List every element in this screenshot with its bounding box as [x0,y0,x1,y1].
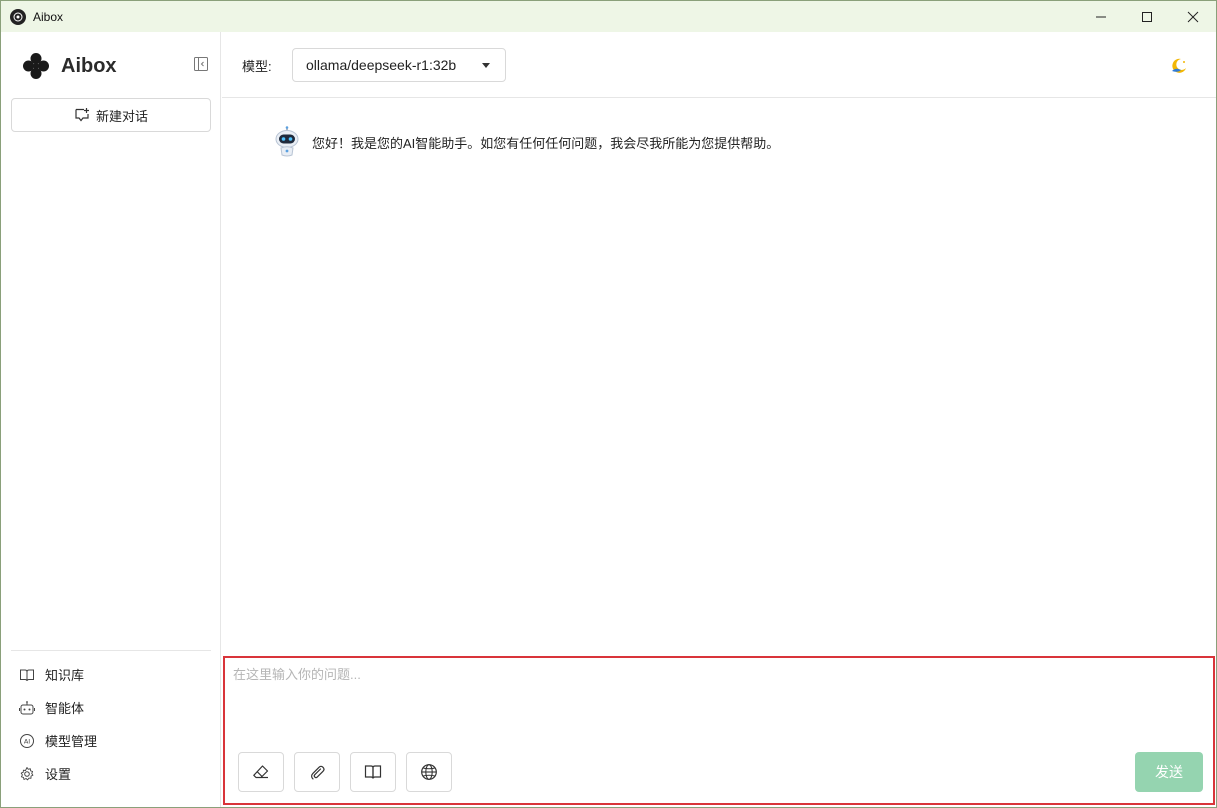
top-bar: 模型: ollama/deepseek-r1:32b [222,32,1216,98]
sidebar-menu: 知识库 智能体 AI 模型管理 设置 [1,658,221,790]
svg-text:AI: AI [24,737,30,745]
assistant-message: 您好！我是您的AI智能助手。如您有任何任何问题，我会尽我所能为您提供帮助。 [272,126,779,158]
robot-icon [19,700,35,714]
book-icon [20,669,34,681]
globe-icon [421,764,437,780]
message-list: 您好！我是您的AI智能助手。如您有任何任何问题，我会尽我所能为您提供帮助。 [222,98,1216,654]
question-input[interactable] [233,664,1203,744]
main-panel: 模型: ollama/deepseek-r1:32b 您好！我是您的AI智能助手… [222,32,1216,807]
new-chat-button[interactable]: 新建对话 [11,98,211,132]
app-logo-icon [10,8,26,25]
gear-icon [20,766,34,780]
robot-avatar-icon [275,126,299,157]
brand-name: Aibox [61,54,117,77]
sidebar-item-label: 智能体 [45,701,85,716]
sidebar-item-agents[interactable]: 智能体 [1,691,221,724]
sidebar-item-knowledge-base[interactable]: 知识库 [1,658,221,691]
message-text: 您好！我是您的AI智能助手。如您有任何任何问题，我会尽我所能为您提供帮助。 [312,135,780,151]
sidebar-item-settings[interactable]: 设置 [1,757,221,790]
send-button[interactable]: 发送 [1135,752,1203,792]
sidebar-divider [11,650,211,651]
minimize-icon [1096,16,1106,17]
model-label: 模型: [242,59,272,74]
paperclip-icon [311,765,325,780]
theme-toggle-icon[interactable] [1169,56,1189,76]
knowledge-base-button[interactable] [350,752,396,792]
new-chat-label: 新建对话 [95,108,148,124]
web-search-button[interactable] [406,752,452,792]
app-window: Aibox Aibox 新建对话 知识库 智能体 AI 模型管理 设置 模型: … [0,0,1217,808]
clear-button[interactable] [238,752,284,792]
window-title: Aibox [33,9,64,24]
sidebar-item-model-management[interactable]: AI 模型管理 [1,724,221,757]
caret-down-icon [482,63,490,68]
maximize-button[interactable] [1124,1,1170,32]
composer: 发送 [223,656,1215,805]
sidebar-item-label: 模型管理 [45,734,98,749]
model-select-value: ollama/deepseek-r1:32b [306,57,457,73]
sidebar-item-label: 知识库 [45,668,85,683]
minimize-button[interactable] [1078,1,1124,32]
new-chat-icon [75,108,89,122]
model-select[interactable]: ollama/deepseek-r1:32b [292,48,506,82]
collapse-sidebar-icon[interactable] [193,56,209,72]
close-icon [1187,11,1199,22]
clover-logo-icon [23,53,49,79]
ai-circle-icon: AI [20,733,34,748]
brand: Aibox [22,52,117,80]
window-controls [1078,1,1216,32]
sidebar-item-label: 设置 [45,767,72,782]
sidebar: Aibox 新建对话 知识库 智能体 AI 模型管理 设置 [1,32,221,807]
title-bar: Aibox [1,1,1216,32]
close-button[interactable] [1170,1,1216,32]
book-icon [364,765,382,779]
maximize-icon [1142,11,1152,22]
attach-button[interactable] [294,752,340,792]
eraser-icon [253,765,269,779]
